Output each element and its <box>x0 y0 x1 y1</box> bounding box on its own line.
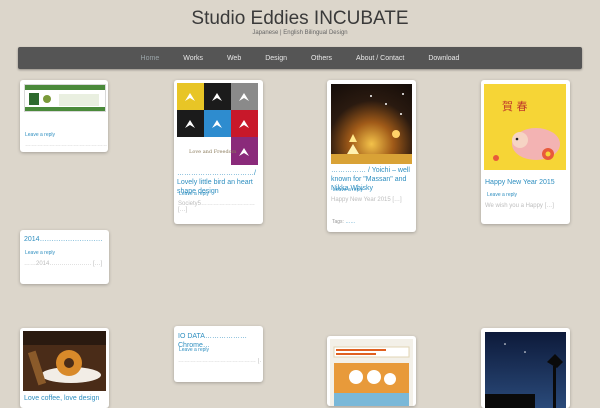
post-excerpt: Society5……………………… […] <box>178 201 256 213</box>
leave-reply-link[interactable]: Leave a reply <box>333 187 363 193</box>
post-thumbnail[interactable] <box>331 84 412 164</box>
post-card: 2014……………………… Leave a reply ……2014………………… <box>20 230 109 284</box>
post-title-link[interactable]: Happy New Year 2015 <box>485 178 555 187</box>
post-thumbnail[interactable] <box>330 339 413 406</box>
nav-web[interactable]: Web <box>227 55 241 62</box>
nav-download[interactable]: Download <box>428 55 459 62</box>
nav-home[interactable]: Home <box>141 55 160 62</box>
post-thumbnail[interactable]: 賀 春 <box>484 84 566 170</box>
donut-coffee-image <box>23 331 106 391</box>
leave-reply-link[interactable]: Leave a reply <box>25 132 55 138</box>
leave-reply-link[interactable]: Leave a reply <box>179 347 209 353</box>
post-thumbnail[interactable] <box>485 332 566 408</box>
post-excerpt: We wish you a Happy […] <box>485 203 554 209</box>
night-lights-image <box>331 93 412 164</box>
post-excerpt: ……2014………………… […] <box>24 261 103 267</box>
post-card: …………… / Yoichi – well known for "Massan"… <box>327 80 416 232</box>
post-excerpt: ………………………………… […] <box>178 358 262 364</box>
leave-reply-link[interactable]: Leave a reply <box>487 192 517 198</box>
post-card: Love coffee, love design <box>20 328 109 408</box>
post-card <box>481 328 570 408</box>
post-title-link[interactable]: 2014……………………… <box>24 235 108 244</box>
post-excerpt: Happy New Year 2015 […] <box>331 197 402 203</box>
leave-reply-link[interactable]: Leave a reply <box>179 191 209 197</box>
post-thumbnail[interactable] <box>24 84 106 112</box>
nav-about-contact[interactable]: About / Contact <box>356 55 404 62</box>
post-card: Leave a reply …………………………………… […] <box>20 80 108 152</box>
nav-works[interactable]: Works <box>183 55 203 62</box>
post-excerpt: …………………………………… […] <box>25 142 107 148</box>
post-card: Love and Freedom ……………………………/ Lovely lit… <box>174 80 263 224</box>
post-card: 賀 春 Happy New Year 2015 Leave a reply We… <box>481 80 570 224</box>
bird-pattern-image: Love and Freedom <box>177 83 258 165</box>
nav-others[interactable]: Others <box>311 55 332 62</box>
main-nav: Home Works Web Design Others About / Con… <box>18 47 582 69</box>
new-year-card-image: 賀 春 <box>484 84 566 170</box>
post-thumbnail[interactable]: Love and Freedom <box>177 83 260 165</box>
site-title[interactable]: Studio Eddies INCUBATE <box>0 8 600 30</box>
post-thumbnail[interactable] <box>23 331 106 391</box>
post-card <box>327 336 416 406</box>
svg-text:Love and Freedom: Love and Freedom <box>189 149 237 155</box>
post-card: IO DATA………………Chrome… Leave a reply ……………… <box>174 326 263 382</box>
site-description: Japanese | English Bilingual Design <box>252 30 348 36</box>
nav-design[interactable]: Design <box>265 55 287 62</box>
svg-text:賀 春: 賀 春 <box>502 100 528 113</box>
tag-link[interactable]: …… <box>345 219 355 225</box>
night-sky-image <box>485 343 563 408</box>
illustration-image <box>330 339 413 406</box>
post-title-link[interactable]: Love coffee, love design <box>24 394 99 403</box>
leave-reply-link[interactable]: Leave a reply <box>25 250 55 256</box>
tags-label: Tags: <box>332 219 344 225</box>
post-tags: Tags: …… <box>332 219 355 225</box>
